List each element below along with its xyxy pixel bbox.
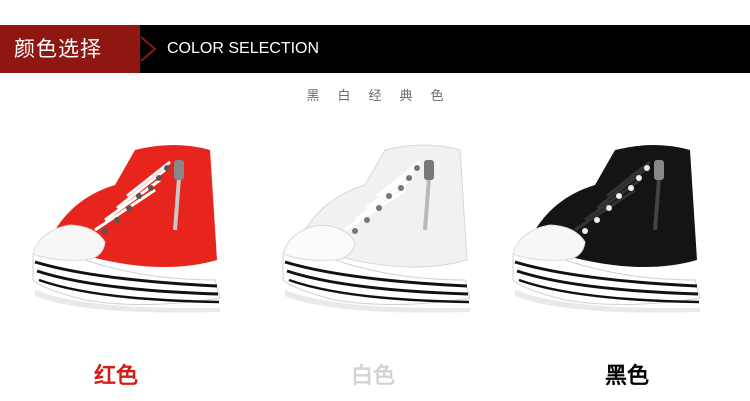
product-image-red-shoe[interactable]: [25, 130, 235, 330]
header-banner: 颜色选择 COLOR SELECTION: [0, 25, 750, 73]
banner-title-en: COLOR SELECTION: [167, 40, 320, 57]
product-image-white-shoe[interactable]: [275, 130, 485, 330]
color-label-black[interactable]: 黑色: [587, 358, 667, 390]
banner-title-cn: 颜色选择: [14, 37, 102, 61]
color-label-red[interactable]: 红色: [76, 358, 156, 390]
section-subtitle: 黑白经典色: [306, 89, 462, 104]
chevron-right-icon: [140, 36, 157, 62]
product-image-black-shoe[interactable]: [505, 130, 715, 330]
color-label-white[interactable]: 白色: [333, 358, 413, 390]
